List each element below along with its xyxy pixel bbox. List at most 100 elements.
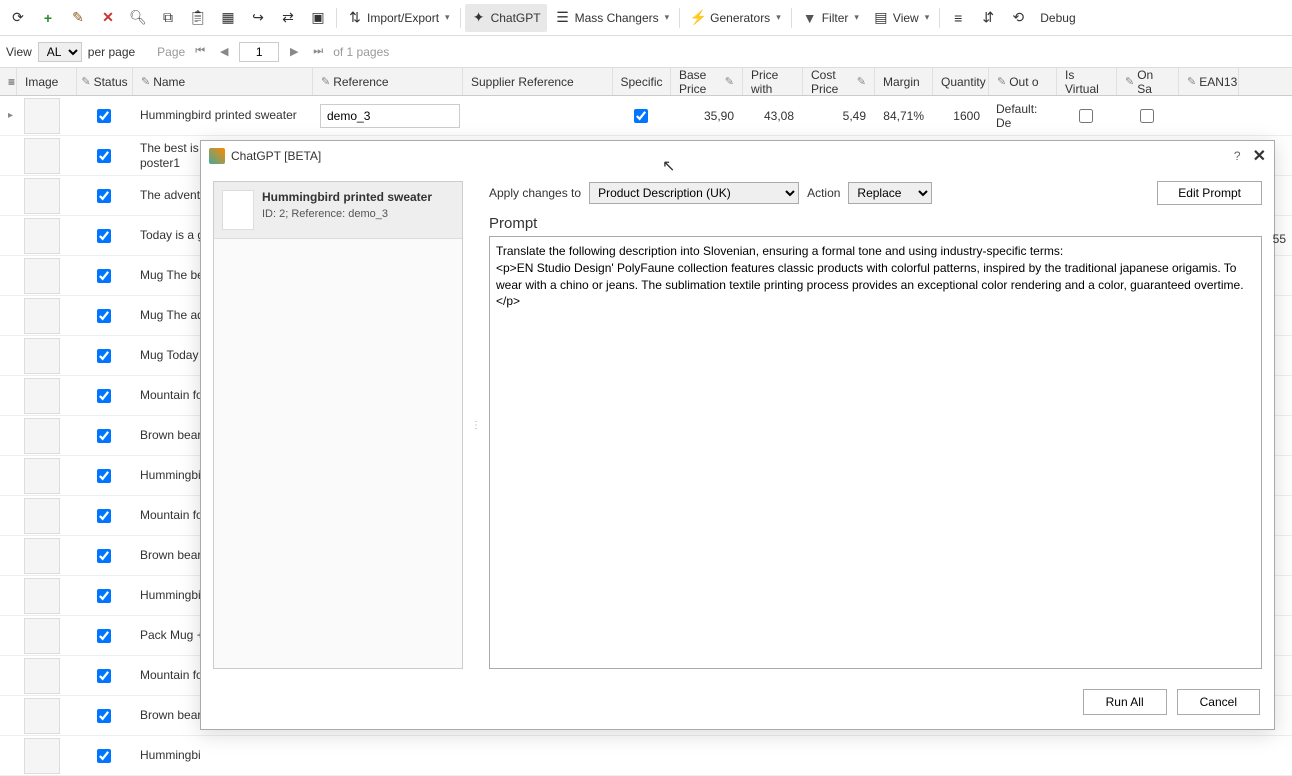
expand-handle[interactable]	[0, 296, 16, 335]
cell-status[interactable]	[76, 416, 132, 455]
generators-button[interactable]: ⚡Generators▾	[684, 4, 787, 32]
apply-changes-select[interactable]: Product Description (UK)	[589, 182, 799, 204]
col-supplier-ref[interactable]: Supplier Reference	[463, 68, 613, 95]
status-checkbox[interactable]	[97, 669, 111, 683]
filter-button[interactable]: ▼Filter▾	[796, 4, 865, 32]
expand-handle[interactable]	[0, 616, 16, 655]
expand-handle[interactable]	[0, 736, 16, 775]
edit-prompt-button[interactable]: Edit Prompt	[1157, 181, 1262, 205]
status-checkbox[interactable]	[97, 229, 111, 243]
prompt-textarea[interactable]	[489, 236, 1262, 669]
help-button[interactable]: ?	[1234, 149, 1241, 163]
cell-status[interactable]	[76, 496, 132, 535]
mass-changers-button[interactable]: ☰Mass Changers▾	[549, 4, 676, 32]
cell-status[interactable]	[76, 456, 132, 495]
product-item[interactable]: Hummingbird printed sweater ID: 2; Refer…	[214, 182, 462, 239]
expand-handle[interactable]	[0, 696, 16, 735]
status-checkbox[interactable]	[97, 549, 111, 563]
col-out-o[interactable]: ✎Out o	[989, 68, 1057, 95]
status-checkbox[interactable]	[97, 309, 111, 323]
specific-checkbox[interactable]	[634, 109, 648, 123]
paste-button[interactable]: 📋︎	[184, 4, 212, 32]
status-checkbox[interactable]	[97, 149, 111, 163]
status-checkbox[interactable]	[97, 109, 111, 123]
chatgpt-button[interactable]: ✦ChatGPT	[465, 4, 547, 32]
col-margin[interactable]: Margin	[875, 68, 933, 95]
cell-status[interactable]	[76, 696, 132, 735]
action-select[interactable]: Replace	[848, 182, 932, 204]
status-checkbox[interactable]	[97, 749, 111, 763]
expand-handle[interactable]	[0, 176, 16, 215]
status-checkbox[interactable]	[97, 509, 111, 523]
table-row[interactable]: ▸Hummingbird printed sweater35,9043,085,…	[0, 96, 1292, 136]
view-select[interactable]: ALL	[38, 42, 82, 62]
edit-button[interactable]: ✎	[64, 4, 92, 32]
status-checkbox[interactable]	[97, 629, 111, 643]
debug-button[interactable]: Debug	[1034, 4, 1081, 32]
expand-handle[interactable]	[0, 136, 16, 175]
next-page-button[interactable]: ▶	[285, 43, 303, 61]
cancel-button[interactable]: Cancel	[1177, 689, 1260, 715]
status-checkbox[interactable]	[97, 429, 111, 443]
tool-a-button[interactable]: ↪	[244, 4, 272, 32]
col-reference[interactable]: ✎Reference	[313, 68, 463, 95]
run-all-button[interactable]: Run All	[1083, 689, 1167, 715]
cell-status[interactable]	[76, 736, 132, 775]
cell-status[interactable]	[76, 376, 132, 415]
delete-button[interactable]: ✕	[94, 4, 122, 32]
search-button[interactable]: 🔍︎	[124, 4, 152, 32]
expand-handle[interactable]	[0, 336, 16, 375]
expand-handle[interactable]	[0, 496, 16, 535]
prev-page-button[interactable]: ◀	[215, 43, 233, 61]
col-base-price[interactable]: Base Price✎	[671, 68, 743, 95]
col-specific[interactable]: Specific	[613, 68, 671, 95]
import-export-button[interactable]: ⇅Import/Export▾	[341, 4, 456, 32]
cell-status[interactable]	[76, 616, 132, 655]
add-button[interactable]: +	[34, 4, 62, 32]
expand-handle[interactable]	[0, 576, 16, 615]
expand-handle[interactable]	[0, 376, 16, 415]
table-row[interactable]: Hummingbi	[0, 736, 1292, 776]
refresh-button[interactable]: ⟳	[4, 4, 32, 32]
tool-c-button[interactable]: ▣	[304, 4, 332, 32]
col-name[interactable]: ✎Name	[133, 68, 313, 95]
cell-status[interactable]	[76, 176, 132, 215]
col-price-with[interactable]: Price with	[743, 68, 803, 95]
expand-handle[interactable]: ▸	[0, 96, 16, 135]
col-on-sa[interactable]: ✎On Sa	[1117, 68, 1179, 95]
col-cost-price[interactable]: Cost Price✎	[803, 68, 875, 95]
status-checkbox[interactable]	[97, 469, 111, 483]
modal-titlebar[interactable]: ChatGPT [BETA] ? ✕	[201, 141, 1274, 171]
cell-virt[interactable]	[1056, 96, 1116, 135]
first-page-button[interactable]: ⏮	[191, 43, 209, 61]
expand-handle[interactable]	[0, 416, 16, 455]
cell-status[interactable]	[76, 296, 132, 335]
cell-specific[interactable]	[612, 96, 670, 135]
last-page-button[interactable]: ⏭	[309, 43, 327, 61]
cell-status[interactable]	[76, 256, 132, 295]
cell-reference[interactable]	[312, 96, 462, 135]
col-status[interactable]: ✎Status	[77, 68, 133, 95]
cell-status[interactable]	[76, 576, 132, 615]
expand-handle[interactable]	[0, 216, 16, 255]
cell-status[interactable]	[76, 536, 132, 575]
col-expand[interactable]: ≡	[0, 68, 17, 95]
expand-handle[interactable]	[0, 656, 16, 695]
onsale-checkbox[interactable]	[1140, 109, 1154, 123]
expand-handle[interactable]	[0, 536, 16, 575]
col-ean13[interactable]: ✎EAN13	[1179, 68, 1239, 95]
cell-onsa[interactable]	[1116, 96, 1178, 135]
tool-f-button[interactable]: ⟲	[1004, 4, 1032, 32]
reference-input[interactable]	[320, 104, 460, 128]
paste-special-button[interactable]: ▦	[214, 4, 242, 32]
status-checkbox[interactable]	[97, 389, 111, 403]
page-input[interactable]	[239, 42, 279, 62]
expand-handle[interactable]	[0, 256, 16, 295]
cell-status[interactable]	[76, 136, 132, 175]
tool-b-button[interactable]: ⇄	[274, 4, 302, 32]
cell-status[interactable]	[76, 216, 132, 255]
cell-status[interactable]	[76, 96, 132, 135]
status-checkbox[interactable]	[97, 349, 111, 363]
col-image[interactable]: Image	[17, 68, 77, 95]
copy-button[interactable]: ⧉	[154, 4, 182, 32]
